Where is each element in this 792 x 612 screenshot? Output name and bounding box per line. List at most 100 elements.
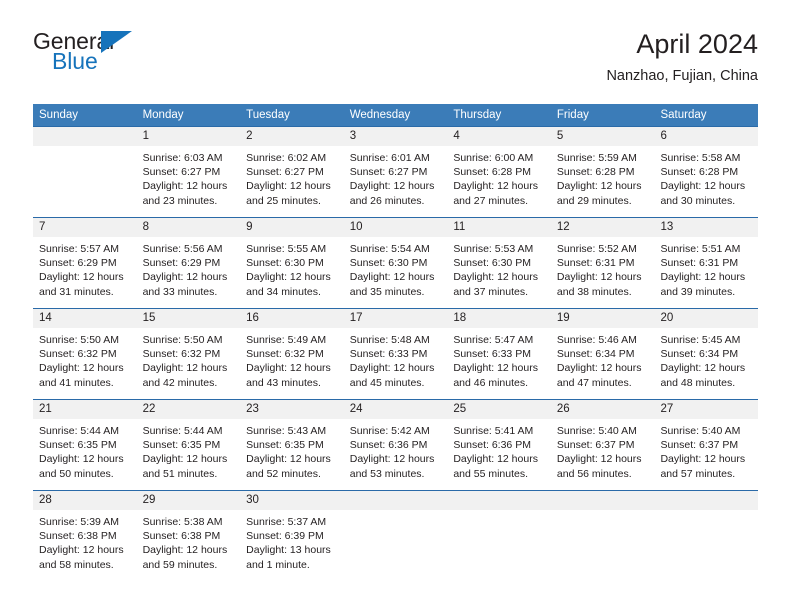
- day-number: 4: [453, 130, 460, 142]
- daylight-text-line2: and 43 minutes.: [246, 376, 321, 389]
- daylight-text-line2: and 45 minutes.: [349, 376, 425, 389]
- day-cell[interactable]: Sunrise: 5:51 AM Sunset: 6:31 PM Dayligh…: [654, 237, 758, 308]
- weekday-thursday: Thursday: [453, 109, 502, 121]
- weekday-header-row: Sunday Monday Tuesday Wednesday Thursday…: [33, 104, 758, 126]
- day-number: 29: [142, 494, 156, 506]
- daylight-text-line1: Daylight: 12 hours: [556, 453, 642, 466]
- daylight-text-line2: and 1 minute.: [246, 558, 310, 571]
- sunrise-text: Sunrise: 6:02 AM: [246, 152, 327, 164]
- day-cell[interactable]: Sunrise: 6:03 AM Sunset: 6:27 PM Dayligh…: [137, 146, 241, 217]
- week-daynumber-band: 21 22 23 24 25 26 27: [33, 400, 758, 419]
- day-cell[interactable]: Sunrise: 5:45 AM Sunset: 6:34 PM Dayligh…: [654, 328, 758, 399]
- sunset-text: Sunset: 6:28 PM: [453, 166, 531, 179]
- daylight-text-line2: and 34 minutes.: [246, 285, 321, 298]
- sunset-text: Sunset: 6:34 PM: [556, 348, 635, 361]
- sunrise-text: Sunrise: 5:49 AM: [246, 334, 327, 346]
- day-cell[interactable]: Sunrise: 5:59 AM Sunset: 6:28 PM Dayligh…: [551, 146, 655, 217]
- daylight-text-line2: and 38 minutes.: [556, 285, 632, 298]
- day-cell-empty: [447, 510, 551, 581]
- sunset-text: Sunset: 6:36 PM: [349, 439, 428, 452]
- daylight-text-line2: and 57 minutes.: [660, 467, 736, 480]
- daylight-text-line2: and 29 minutes.: [556, 194, 632, 207]
- day-number: 30: [246, 494, 259, 506]
- daylight-text-line1: Daylight: 12 hours: [39, 544, 124, 557]
- daylight-text-line1: Daylight: 12 hours: [142, 271, 228, 284]
- day-cell[interactable]: Sunrise: 5:40 AM Sunset: 6:37 PM Dayligh…: [654, 419, 758, 490]
- day-number: [344, 491, 448, 510]
- day-cell-empty: [654, 510, 758, 581]
- day-cell[interactable]: Sunrise: 5:57 AM Sunset: 6:29 PM Dayligh…: [33, 237, 137, 308]
- week-detail-row: Sunrise: 5:39 AM Sunset: 6:38 PM Dayligh…: [33, 510, 758, 581]
- day-cell[interactable]: Sunrise: 5:38 AM Sunset: 6:38 PM Dayligh…: [137, 510, 241, 581]
- sunset-text: Sunset: 6:37 PM: [660, 439, 739, 452]
- daylight-text-line1: Daylight: 12 hours: [142, 362, 228, 375]
- daylight-text-line2: and 26 minutes.: [349, 194, 425, 207]
- day-cell[interactable]: Sunrise: 5:47 AM Sunset: 6:33 PM Dayligh…: [447, 328, 551, 399]
- daylight-text-line1: Daylight: 12 hours: [453, 271, 538, 284]
- sunset-text: Sunset: 6:35 PM: [246, 439, 324, 452]
- daylight-text-line2: and 42 minutes.: [142, 376, 218, 389]
- daylight-text-line2: and 33 minutes.: [142, 285, 218, 298]
- sunrise-text: Sunrise: 5:52 AM: [556, 243, 637, 255]
- daylight-text-line2: and 53 minutes.: [349, 467, 425, 480]
- day-cell[interactable]: Sunrise: 5:55 AM Sunset: 6:30 PM Dayligh…: [240, 237, 344, 308]
- day-cell[interactable]: Sunrise: 5:40 AM Sunset: 6:37 PM Dayligh…: [551, 419, 655, 490]
- sunset-text: Sunset: 6:30 PM: [246, 257, 324, 270]
- day-cell[interactable]: Sunrise: 5:50 AM Sunset: 6:32 PM Dayligh…: [33, 328, 137, 399]
- sunset-text: Sunset: 6:35 PM: [39, 439, 117, 452]
- sunrise-text: Sunrise: 5:56 AM: [142, 243, 223, 255]
- daylight-text-line1: Daylight: 12 hours: [142, 544, 228, 557]
- day-number: [551, 491, 655, 510]
- day-number: 27: [660, 403, 674, 415]
- weekday-saturday: Saturday: [660, 109, 707, 121]
- day-cell[interactable]: Sunrise: 5:44 AM Sunset: 6:35 PM Dayligh…: [33, 419, 137, 490]
- day-cell[interactable]: Sunrise: 5:50 AM Sunset: 6:32 PM Dayligh…: [137, 328, 241, 399]
- sunset-text: Sunset: 6:28 PM: [556, 166, 635, 179]
- day-cell[interactable]: Sunrise: 6:01 AM Sunset: 6:27 PM Dayligh…: [344, 146, 448, 217]
- day-cell[interactable]: Sunrise: 6:02 AM Sunset: 6:27 PM Dayligh…: [240, 146, 344, 217]
- weekday-sunday: Sunday: [39, 109, 79, 121]
- day-cell[interactable]: Sunrise: 5:53 AM Sunset: 6:30 PM Dayligh…: [447, 237, 551, 308]
- day-cell[interactable]: Sunrise: 5:37 AM Sunset: 6:39 PM Dayligh…: [240, 510, 344, 581]
- day-cell[interactable]: Sunrise: 5:49 AM Sunset: 6:32 PM Dayligh…: [240, 328, 344, 399]
- day-cell[interactable]: Sunrise: 5:58 AM Sunset: 6:28 PM Dayligh…: [654, 146, 758, 217]
- day-number: [447, 491, 551, 510]
- sunset-text: Sunset: 6:31 PM: [556, 257, 635, 270]
- day-cell[interactable]: Sunrise: 5:52 AM Sunset: 6:31 PM Dayligh…: [551, 237, 655, 308]
- sunrise-text: Sunrise: 5:45 AM: [660, 334, 741, 346]
- daylight-text-line2: and 55 minutes.: [453, 467, 529, 480]
- day-number: 9: [246, 221, 253, 233]
- day-cell[interactable]: Sunrise: 5:44 AM Sunset: 6:35 PM Dayligh…: [137, 419, 241, 490]
- day-cell[interactable]: Sunrise: 5:46 AM Sunset: 6:34 PM Dayligh…: [551, 328, 655, 399]
- daylight-text-line2: and 59 minutes.: [142, 558, 218, 571]
- day-cell[interactable]: [33, 146, 137, 217]
- daylight-text-line2: and 56 minutes.: [556, 467, 632, 480]
- day-cell[interactable]: Sunrise: 5:43 AM Sunset: 6:35 PM Dayligh…: [240, 419, 344, 490]
- day-cell[interactable]: Sunrise: 5:39 AM Sunset: 6:38 PM Dayligh…: [33, 510, 137, 581]
- calendar-page: General Blue April 2024 Nanzhao, Fujian,…: [0, 0, 792, 612]
- weekday-wednesday: Wednesday: [349, 109, 411, 121]
- week-detail-row: Sunrise: 6:03 AM Sunset: 6:27 PM Dayligh…: [33, 146, 758, 217]
- day-number: 21: [39, 403, 52, 415]
- triangle-icon: [101, 31, 132, 53]
- day-cell[interactable]: Sunrise: 5:54 AM Sunset: 6:30 PM Dayligh…: [344, 237, 448, 308]
- day-cell[interactable]: Sunrise: 5:42 AM Sunset: 6:36 PM Dayligh…: [344, 419, 448, 490]
- day-cell[interactable]: Sunrise: 5:48 AM Sunset: 6:33 PM Dayligh…: [344, 328, 448, 399]
- daylight-text-line1: Daylight: 12 hours: [660, 180, 746, 193]
- sunset-text: Sunset: 6:38 PM: [142, 530, 221, 543]
- general-blue-logo[interactable]: General Blue: [33, 28, 213, 84]
- daylight-text-line1: Daylight: 13 hours: [246, 544, 331, 557]
- day-number: 10: [349, 221, 363, 233]
- day-cell[interactable]: Sunrise: 6:00 AM Sunset: 6:28 PM Dayligh…: [447, 146, 551, 217]
- day-number: 20: [660, 312, 674, 324]
- sunrise-text: Sunrise: 5:57 AM: [39, 243, 119, 255]
- sunrise-text: Sunrise: 5:55 AM: [246, 243, 327, 255]
- day-number: 28: [39, 494, 52, 506]
- day-cell[interactable]: Sunrise: 5:41 AM Sunset: 6:36 PM Dayligh…: [447, 419, 551, 490]
- daylight-text-line2: and 47 minutes.: [556, 376, 632, 389]
- day-number: 14: [39, 312, 52, 324]
- day-cell[interactable]: Sunrise: 5:56 AM Sunset: 6:29 PM Dayligh…: [137, 237, 241, 308]
- day-number: 2: [246, 130, 253, 142]
- daylight-text-line2: and 52 minutes.: [246, 467, 321, 480]
- daylight-text-line1: Daylight: 12 hours: [246, 453, 331, 466]
